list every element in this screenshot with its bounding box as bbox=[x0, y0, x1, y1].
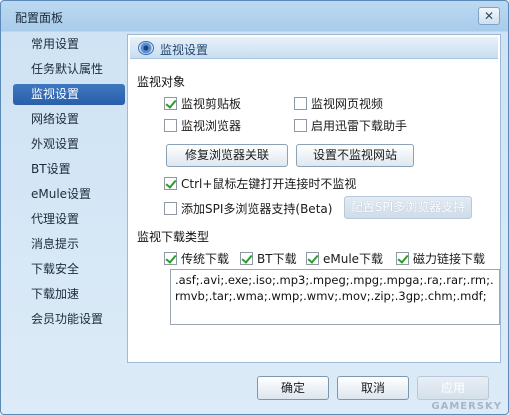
spi-checkbox[interactable]: 添加SPI多浏览器支持(Beta) bbox=[164, 200, 332, 216]
checkbox-checked-icon bbox=[164, 96, 177, 110]
checkbox-unchecked-icon bbox=[294, 96, 307, 110]
monitor-objects-title: 监视对象 bbox=[137, 75, 186, 89]
sidebar-item-emule[interactable]: eMule设置 bbox=[13, 184, 125, 205]
sidebar-item-common[interactable]: 常用设置 bbox=[13, 34, 125, 55]
checkbox-checked-icon bbox=[164, 176, 177, 190]
ctrl-click-checkbox[interactable]: Ctrl+鼠标左键打开连接时不监视 bbox=[164, 175, 356, 191]
sidebar-item-appearance[interactable]: 外观设置 bbox=[13, 134, 125, 155]
settings-panel: 监视设置 监视对象 监视剪贴板 监视网页视频 监视浏览器 启用迅雷下载助手 修复… bbox=[127, 34, 501, 363]
xunlei-helper-checkbox[interactable]: 启用迅雷下载助手 bbox=[294, 117, 407, 133]
traditional-download-checkbox[interactable]: 传统下载 bbox=[164, 250, 229, 266]
panel-title: 监视设置 bbox=[160, 43, 209, 57]
extensions-textarea[interactable]: .asf;.avi;.exe;.iso;.mp3;.mpeg;.mpg;.mpg… bbox=[170, 269, 500, 325]
close-icon: ✕ bbox=[483, 9, 495, 23]
apply-button[interactable]: 应用 bbox=[417, 376, 489, 400]
cancel-button[interactable]: 取消 bbox=[337, 376, 409, 400]
sidebar-item-download-security[interactable]: 下载安全 bbox=[13, 259, 125, 280]
sidebar: 常用设置 任务默认属性 监视设置 网络设置 外观设置 BT设置 eMule设置 … bbox=[13, 34, 125, 334]
traditional-download-label: 传统下载 bbox=[181, 251, 230, 266]
sidebar-item-network[interactable]: 网络设置 bbox=[13, 109, 125, 130]
ok-button[interactable]: 确定 bbox=[257, 376, 329, 400]
eye-icon bbox=[138, 41, 154, 55]
title-bar[interactable]: 配置面板 ✕ bbox=[1, 1, 508, 31]
magnet-download-label: 磁力链接下载 bbox=[413, 251, 486, 266]
clipboard-label: 监视剪贴板 bbox=[181, 96, 242, 111]
checkbox-unchecked-icon bbox=[294, 118, 307, 132]
monitor-types-title: 监视下载类型 bbox=[137, 230, 210, 244]
clipboard-checkbox[interactable]: 监视剪贴板 bbox=[164, 95, 241, 111]
browser-label: 监视浏览器 bbox=[181, 118, 242, 133]
close-button[interactable]: ✕ bbox=[478, 7, 500, 25]
sidebar-item-notifications[interactable]: 消息提示 bbox=[13, 234, 125, 255]
ctrl-click-label: Ctrl+鼠标左键打开连接时不监视 bbox=[181, 176, 357, 191]
checkbox-unchecked-icon bbox=[164, 118, 177, 132]
emule-download-label: eMule下载 bbox=[323, 251, 384, 266]
checkbox-checked-icon bbox=[306, 251, 319, 265]
sidebar-item-proxy[interactable]: 代理设置 bbox=[13, 209, 125, 230]
watermark: GAMERSKY bbox=[431, 401, 502, 412]
checkbox-unchecked-icon bbox=[164, 201, 177, 215]
magnet-download-checkbox[interactable]: 磁力链接下载 bbox=[396, 250, 485, 266]
sidebar-item-task-defaults[interactable]: 任务默认属性 bbox=[13, 59, 125, 80]
no-monitor-sites-button[interactable]: 设置不监视网站 bbox=[296, 144, 414, 167]
sidebar-item-download-acceleration[interactable]: 下载加速 bbox=[13, 284, 125, 305]
sidebar-item-monitor[interactable]: 监视设置 bbox=[13, 84, 125, 105]
webpage-video-label: 监视网页视频 bbox=[311, 96, 384, 111]
emule-download-checkbox[interactable]: eMule下载 bbox=[306, 250, 383, 266]
checkbox-checked-icon bbox=[396, 251, 409, 265]
config-window: 配置面板 ✕ 常用设置 任务默认属性 监视设置 网络设置 外观设置 BT设置 e… bbox=[0, 0, 509, 415]
sidebar-item-bt[interactable]: BT设置 bbox=[13, 159, 125, 180]
browser-checkbox[interactable]: 监视浏览器 bbox=[164, 117, 241, 133]
window-title: 配置面板 bbox=[15, 11, 64, 25]
repair-browser-button[interactable]: 修复浏览器关联 bbox=[166, 144, 288, 167]
checkbox-checked-icon bbox=[240, 251, 253, 265]
xunlei-helper-label: 启用迅雷下载助手 bbox=[311, 118, 408, 133]
panel-header: 监视设置 bbox=[130, 37, 498, 59]
bt-download-label: BT下载 bbox=[257, 251, 297, 266]
sidebar-item-vip[interactable]: 会员功能设置 bbox=[13, 309, 125, 330]
bt-download-checkbox[interactable]: BT下载 bbox=[240, 250, 297, 266]
spi-label: 添加SPI多浏览器支持(Beta) bbox=[181, 201, 333, 216]
configure-spi-button[interactable]: 配置SPI多浏览器支持 bbox=[344, 196, 472, 219]
webpage-video-checkbox[interactable]: 监视网页视频 bbox=[294, 95, 383, 111]
checkbox-checked-icon bbox=[164, 251, 177, 265]
